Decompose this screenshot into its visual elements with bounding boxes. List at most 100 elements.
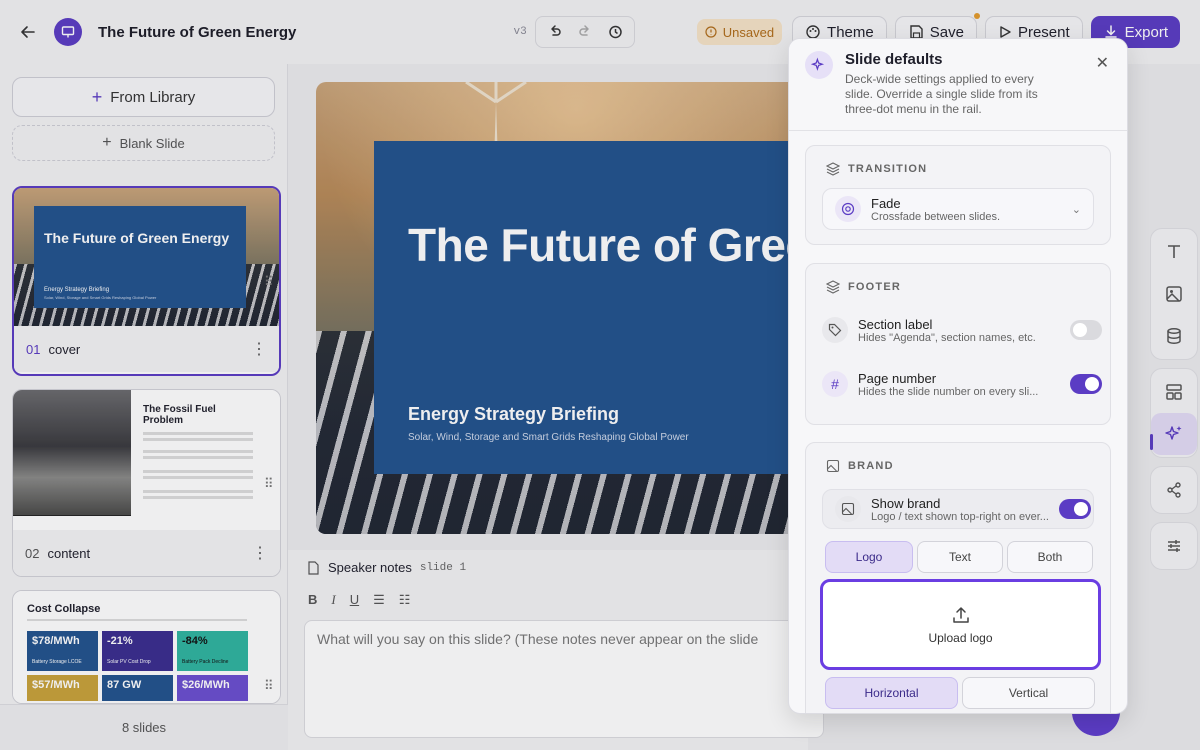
tile-value: -84%: [182, 635, 208, 647]
brand-mode-segmented: Logo Text Both: [825, 541, 1093, 573]
orientation-vertical[interactable]: Vertical: [962, 677, 1095, 709]
database-icon[interactable]: [1151, 315, 1197, 357]
undo-icon[interactable]: [540, 18, 570, 46]
section-label-toggle[interactable]: [1070, 320, 1102, 340]
layout-icon[interactable]: [1151, 371, 1197, 413]
notes-header: Speaker notes slide 1: [306, 560, 466, 575]
brand-heading-label: BRAND: [848, 460, 894, 472]
slide-thumbnail-2[interactable]: The Fossil Fuel Problem 02 content ⋮: [12, 389, 281, 577]
tile-value: 87 GW: [102, 675, 173, 701]
slide-number: 01: [26, 341, 41, 357]
tile-label: Battery Storage LCOE: [32, 659, 82, 665]
underline-icon[interactable]: U: [350, 592, 359, 608]
image-icon: [826, 459, 840, 473]
design-tools: [1150, 368, 1198, 458]
from-library-button[interactable]: + From Library: [12, 77, 275, 117]
deck-title[interactable]: The Future of Green Energy: [98, 24, 296, 41]
more-vertical-icon[interactable]: ⋮: [251, 339, 267, 359]
tile-value: $78/MWh: [32, 635, 80, 647]
redo-icon[interactable]: [570, 18, 600, 46]
chevron-down-icon: ⌄: [1071, 203, 1081, 216]
show-brand-title: Show brand: [871, 495, 941, 511]
section-label-hint: Hides "Agenda", section names, etc.: [858, 331, 1036, 344]
thumb-title: The Fossil Fuel Problem: [143, 404, 216, 426]
slide-name: cover: [48, 341, 81, 357]
alert-icon: [705, 26, 717, 38]
slide-caption[interactable]: Solar, Wind, Storage and Smart Grids Res…: [408, 432, 689, 443]
slide-thumbnail-3[interactable]: Cost Collapse $78/MWh Battery Storage LC…: [12, 590, 281, 704]
plus-icon: +: [91, 86, 103, 107]
numbered-list-icon[interactable]: ☷: [399, 592, 411, 608]
brand-mode-text[interactable]: Text: [917, 541, 1003, 573]
upload-logo-dropzone[interactable]: Upload logo: [820, 579, 1101, 670]
show-brand-toggle[interactable]: [1059, 499, 1091, 519]
thumb-preview: Cost Collapse $78/MWh Battery Storage LC…: [13, 591, 280, 703]
slide-canvas[interactable]: The Future of Green Energy Energy Strate…: [316, 82, 836, 534]
bullet-list-icon[interactable]: ☰: [373, 592, 385, 608]
notes-input[interactable]: What will you say on this slide? (These …: [304, 620, 824, 738]
tile-value: $26/MWh: [177, 675, 248, 701]
drag-handle-icon[interactable]: ⠿: [264, 476, 274, 492]
history-icon[interactable]: [600, 18, 630, 46]
transition-heading: TRANSITION: [826, 162, 927, 176]
orientation-horizontal[interactable]: Horizontal: [825, 677, 958, 709]
sliders-icon[interactable]: [1151, 525, 1197, 567]
notes-slide-ref: slide 1: [419, 561, 467, 574]
export-label: Export: [1124, 23, 1168, 41]
share-icon[interactable]: [1151, 469, 1197, 511]
section-label-title: Section label: [858, 316, 933, 332]
footer-section: FOOTER Section label Hides "Agenda", sec…: [805, 263, 1111, 425]
layers-icon: [826, 162, 840, 176]
page-number-hint: Hides the slide number on every sli...: [858, 385, 1039, 398]
upload-icon: [952, 606, 969, 623]
drag-handle-icon[interactable]: ⠿: [264, 678, 274, 694]
notes-toolbar: B I U ☰ ☷: [308, 592, 410, 608]
slide-rail: + From Library + Blank Slide The Future …: [0, 64, 288, 750]
back-arrow-icon[interactable]: [12, 16, 44, 48]
version-label: v3: [513, 26, 527, 38]
tile-label: Solar PV Cost Drop: [107, 659, 151, 665]
thumb-preview: The Future of Green Energy Energy Strate…: [14, 188, 279, 326]
play-icon: [1000, 26, 1011, 38]
footer-heading: FOOTER: [826, 280, 901, 294]
transition-value: Fade: [871, 195, 901, 211]
brand-mode-logo[interactable]: Logo: [825, 541, 913, 573]
tile-label: Battery Pack Decline: [182, 659, 229, 665]
footer-heading-label: FOOTER: [848, 281, 902, 293]
blank-slide-label: Blank Slide: [119, 135, 185, 151]
brand-mode-both[interactable]: Both: [1007, 541, 1093, 573]
text-icon[interactable]: [1151, 231, 1197, 273]
tile-value: $57/MWh: [27, 675, 98, 701]
thumb-footer: 02 content ⋮: [13, 530, 280, 576]
thumb-preview: The Fossil Fuel Problem: [13, 390, 280, 530]
layers-icon: [826, 280, 840, 294]
slide-count: 8 slides: [0, 704, 288, 750]
page-number-toggle[interactable]: [1070, 374, 1102, 394]
slide-subtitle[interactable]: Energy Strategy Briefing: [408, 404, 619, 425]
close-icon[interactable]: ✕: [1096, 53, 1109, 73]
blank-slide-button[interactable]: + Blank Slide: [12, 125, 275, 161]
unsaved-badge: Unsaved: [696, 19, 783, 45]
drag-handle-icon[interactable]: ⠿: [264, 274, 274, 290]
orientation-segmented: Horizontal Vertical: [825, 677, 1095, 709]
bold-icon[interactable]: B: [308, 592, 317, 608]
more-vertical-icon[interactable]: ⋮: [252, 543, 268, 563]
image-icon: [835, 496, 861, 522]
unsaved-label: Unsaved: [722, 24, 775, 40]
image-icon[interactable]: [1151, 273, 1197, 315]
slide-title[interactable]: The Future of Green Energy: [408, 218, 836, 272]
transition-select[interactable]: Fade Crossfade between slides. ⌄: [822, 188, 1094, 230]
page-number-title: Page number: [858, 370, 937, 386]
show-brand-hint: Logo / text shown top-right on ever...: [871, 510, 1049, 523]
transition-section: TRANSITION Fade Crossfade between slides…: [805, 145, 1111, 245]
tile-value: -21%: [107, 635, 133, 647]
italic-icon[interactable]: I: [331, 592, 335, 608]
thumb-subtitle: Energy Strategy Briefing: [44, 287, 110, 293]
thumb-footer: 01 cover ⋮: [14, 326, 279, 372]
slide-thumbnail-1[interactable]: The Future of Green Energy Energy Strate…: [12, 186, 281, 376]
history-controls: [534, 16, 635, 48]
aperture-icon: [835, 196, 861, 222]
thumb-caption: Solar, Wind, Storage and Smart Grids Res…: [44, 295, 157, 300]
sparkle-icon[interactable]: [1151, 413, 1197, 455]
insert-tools: [1150, 228, 1198, 360]
